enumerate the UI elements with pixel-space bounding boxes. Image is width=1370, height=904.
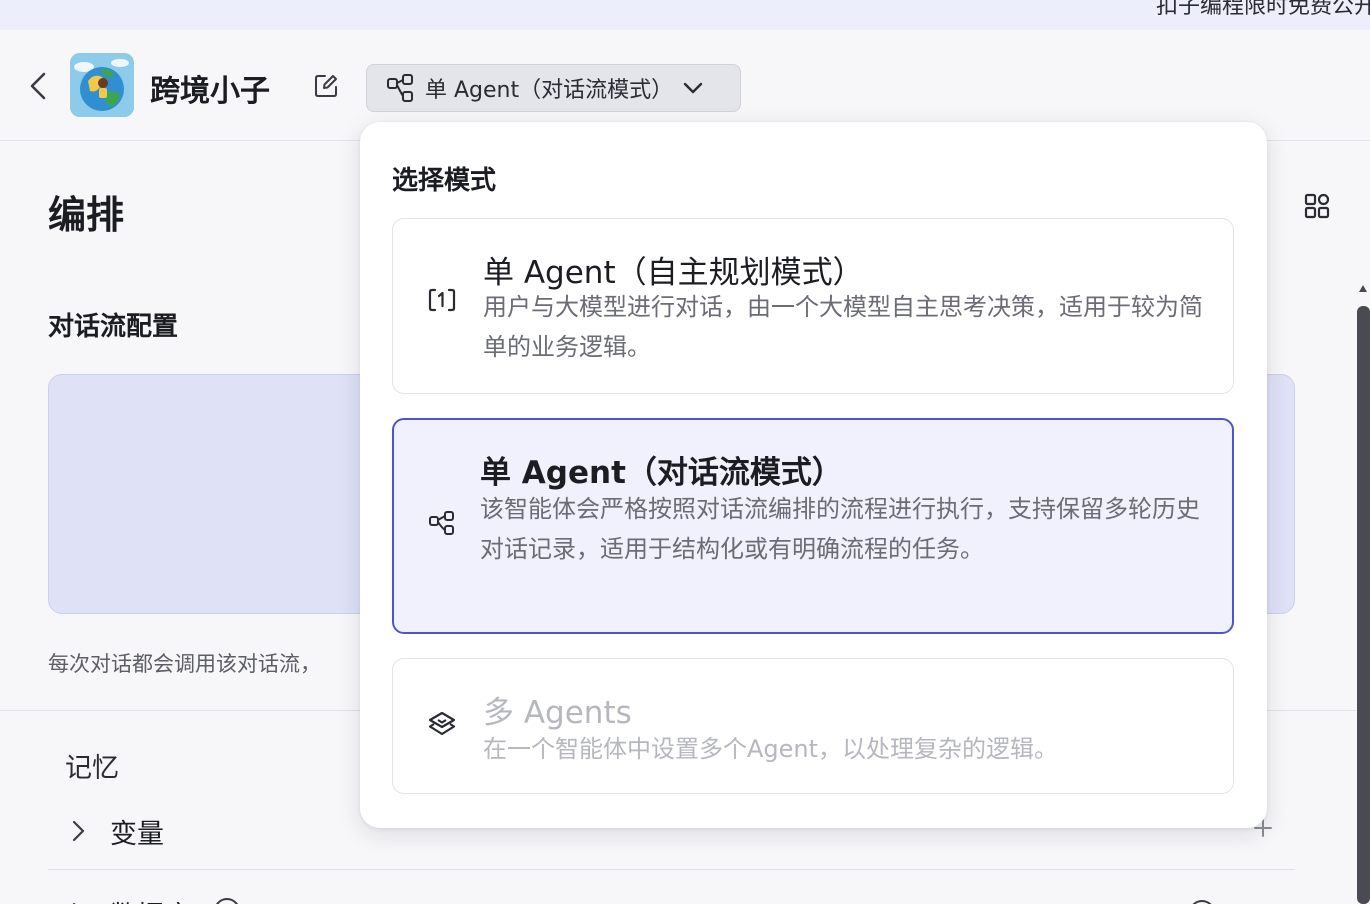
edit-button[interactable] — [312, 72, 340, 100]
option-description: 该智能体会严格按照对话流编排的流程进行执行，支持保留多轮历史对话记录，适用于结构… — [480, 495, 1200, 563]
dropdown-title: 选择模式 — [392, 166, 497, 196]
globe-avatar-icon — [70, 53, 134, 117]
option-title: 单 Agent（对话流模式） — [480, 455, 843, 491]
scrollbar-thumb[interactable] — [1357, 306, 1370, 904]
single-agent-icon — [428, 288, 456, 312]
option-description: 在一个智能体中设置多个Agent，以处理复杂的逻辑。 — [483, 735, 1059, 763]
database-label: 数据库 — [110, 894, 191, 904]
memory-title: 记忆 — [65, 753, 119, 784]
mode-selector-label: 单 Agent（对话流模式） — [425, 78, 674, 103]
database-row[interactable]: 数据库 — [48, 894, 1295, 904]
back-button[interactable] — [24, 68, 52, 104]
option-title: 单 Agent（自主规划模式） — [483, 255, 864, 291]
variables-label: 变量 — [110, 819, 164, 850]
chevron-down-icon — [683, 82, 703, 94]
info-icon[interactable] — [212, 896, 242, 904]
edit-icon — [315, 75, 337, 97]
option-description: 用户与大模型进行对话，由一个大模型自主思考决策，适用于较为简单的业务逻辑。 — [483, 293, 1203, 361]
chevron-right-icon — [72, 902, 76, 904]
flow-config-title: 对话流配置 — [48, 312, 179, 342]
mode-option-multi-agents[interactable]: 多 Agents 在一个智能体中设置多个Agent，以处理复杂的逻辑。 — [392, 658, 1234, 794]
mode-option-single-agent-workflow[interactable]: 单 Agent（对话流模式） 该智能体会严格按照对话流编排的流程进行执行，支持保… — [392, 418, 1234, 634]
top-banner: 扣子编程限时免费公开 — [0, 0, 1370, 30]
workflow-icon — [387, 74, 413, 102]
mode-selector-button[interactable]: 单 Agent（对话流模式） — [366, 64, 741, 112]
layout-grid-icon[interactable] — [1303, 192, 1331, 220]
app-name: 跨境小子 — [150, 74, 270, 109]
chevron-right-icon — [72, 820, 85, 842]
mode-dropdown: 选择模式 单 Agent（自主规划模式） 用户与大模型进行对话，由一个大模型自主… — [360, 122, 1267, 828]
workflow-icon — [429, 511, 454, 535]
add-database-icon[interactable] — [1187, 898, 1217, 904]
flow-config-description: 每次对话都会调用该对话流， — [48, 652, 321, 676]
option-title: 多 Agents — [483, 695, 632, 731]
chevron-left-icon — [30, 72, 46, 100]
section-title: 编排 — [48, 193, 125, 237]
scroll-up-arrow-icon[interactable] — [1357, 282, 1369, 294]
avatar — [70, 53, 134, 117]
mode-option-single-agent-autonomous[interactable]: 单 Agent（自主规划模式） 用户与大模型进行对话，由一个大模型自主思考决策，… — [392, 218, 1234, 394]
layers-icon — [428, 711, 456, 736]
banner-text: 扣子编程限时免费公开 — [1155, 0, 1370, 19]
